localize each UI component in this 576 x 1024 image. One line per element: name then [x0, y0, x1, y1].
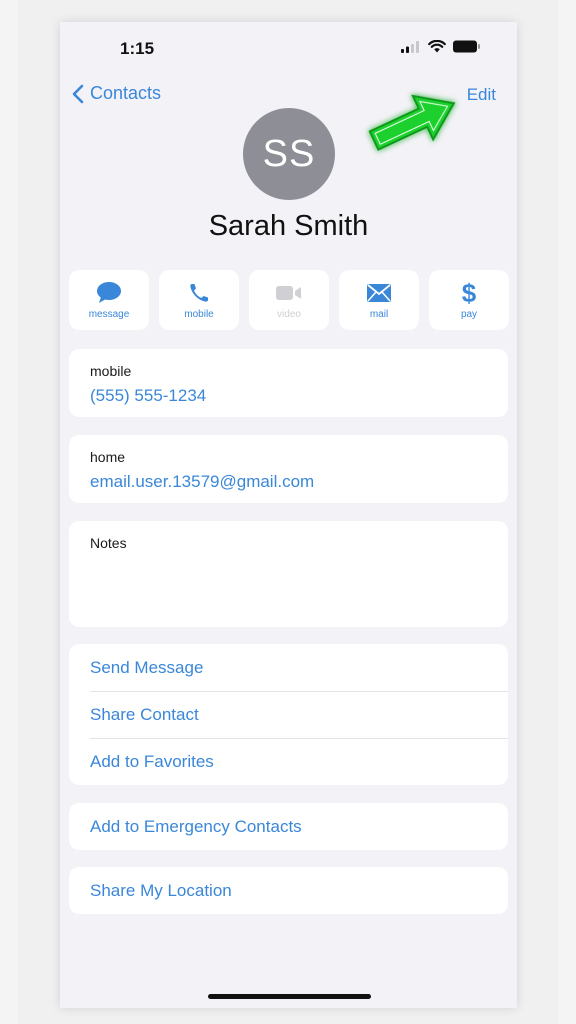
message-action-button[interactable]: message: [69, 270, 149, 330]
dollar-icon: $: [461, 277, 477, 308]
mail-action-label: mail: [369, 308, 389, 320]
email-field-card[interactable]: home email.user.13579@gmail.com: [69, 435, 508, 503]
chevron-left-icon: [72, 84, 84, 103]
status-time: 1:15: [120, 39, 155, 58]
mobile-action-label: mobile: [184, 308, 214, 320]
video-action-button[interactable]: video: [249, 270, 329, 330]
pay-action-label: pay: [460, 308, 478, 320]
share-contact-button[interactable]: Share Contact: [69, 691, 508, 738]
phone-number-link[interactable]: (555) 555-1234: [90, 386, 206, 406]
emergency-group: Add to Emergency Contacts: [69, 803, 508, 850]
share-contact-label: Share Contact: [90, 704, 199, 724]
avatar: SS: [243, 108, 335, 200]
location-group: Share My Location: [69, 867, 508, 914]
notes-field[interactable]: Notes: [69, 521, 508, 627]
contact-name: Sarah Smith: [208, 210, 369, 242]
phone-screen: 1:15 Contacts Edit SS Sarah Smith messag…: [60, 22, 517, 1008]
video-camera-icon: [276, 285, 301, 300]
back-button[interactable]: Contacts: [72, 83, 161, 104]
green-arrow-icon: [368, 94, 456, 151]
add-to-favorites-button[interactable]: Add to Favorites: [69, 738, 508, 785]
quick-actions: message mobile video mail $ pay: [69, 270, 509, 330]
home-indicator[interactable]: [208, 994, 371, 999]
back-label: Contacts: [90, 83, 162, 103]
video-action-label: video: [277, 308, 301, 320]
email-field-label: home: [90, 449, 126, 465]
edit-button[interactable]: Edit: [467, 85, 496, 105]
message-action-label: message: [88, 308, 130, 320]
phone-field-label: mobile: [90, 363, 132, 379]
notes-label: Notes: [90, 535, 127, 551]
wifi-icon: [428, 40, 446, 53]
email-address-link[interactable]: email.user.13579@gmail.com: [90, 472, 314, 492]
battery-icon: [453, 40, 480, 53]
message-bubble-icon: [97, 281, 121, 303]
add-emergency-contact-button[interactable]: Add to Emergency Contacts: [69, 803, 508, 850]
status-icons: [401, 40, 481, 53]
mail-action-button[interactable]: mail: [339, 270, 419, 330]
envelope-icon: [367, 283, 391, 302]
share-location-button[interactable]: Share My Location: [69, 867, 508, 914]
send-message-label: Send Message: [90, 657, 204, 677]
phone-field-card[interactable]: mobile (555) 555-1234: [69, 349, 508, 417]
add-to-favorites-label: Add to Favorites: [90, 751, 214, 771]
pay-action-button[interactable]: $ pay: [429, 270, 509, 330]
send-message-button[interactable]: Send Message: [69, 644, 508, 691]
mobile-action-button[interactable]: mobile: [159, 270, 239, 330]
cellular-signal-icon: [401, 40, 419, 53]
phone-icon: [190, 283, 208, 302]
share-location-label: Share My Location: [90, 880, 232, 900]
add-emergency-contact-label: Add to Emergency Contacts: [90, 816, 302, 836]
contact-options-group: Send Message Share Contact Add to Favori…: [69, 644, 508, 785]
